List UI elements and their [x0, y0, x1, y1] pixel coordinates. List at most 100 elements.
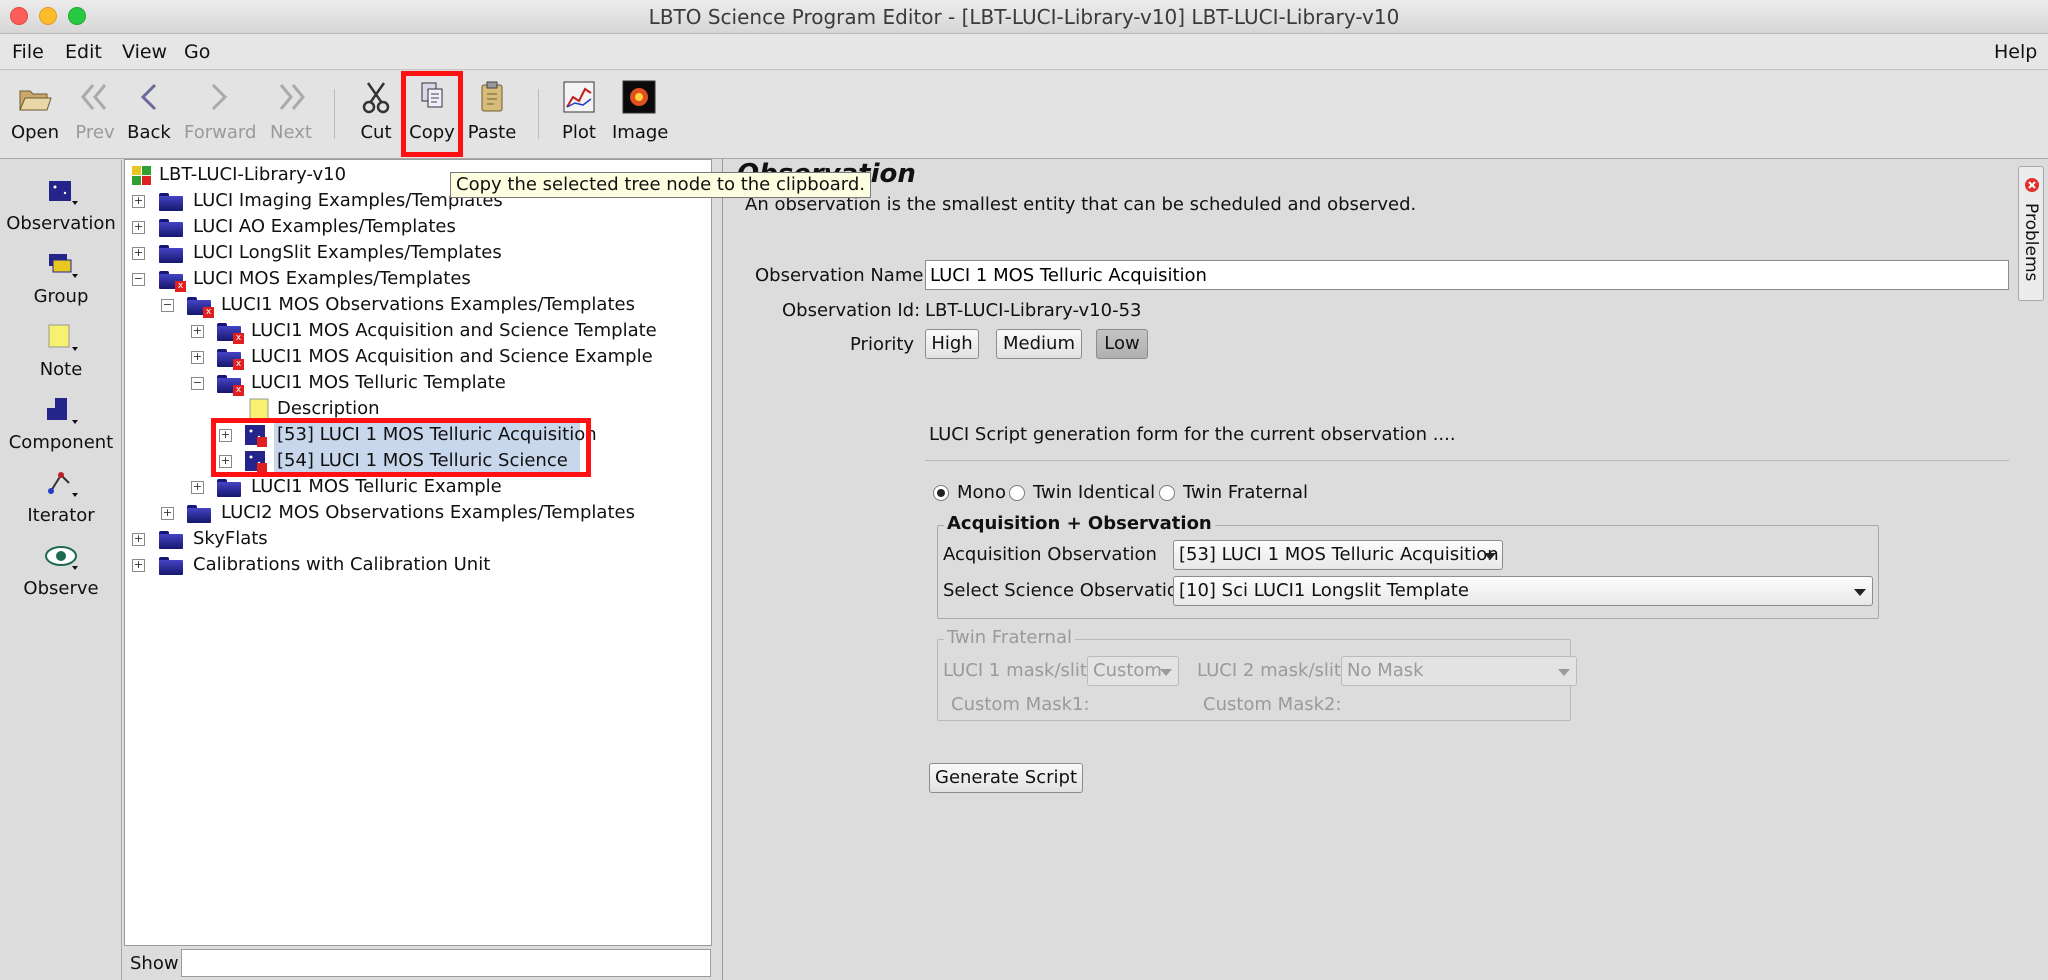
tree-node-skyflats[interactable]: + SkyFlats [129, 527, 589, 553]
priority-medium-button[interactable]: Medium [996, 329, 1082, 359]
priority-high-button[interactable]: High [925, 329, 979, 359]
folder-icon [159, 555, 183, 575]
collapse-icon[interactable]: − [161, 299, 174, 312]
tree-node-calibrations[interactable]: + Calibrations with Calibration Unit [129, 553, 589, 579]
expand-icon[interactable]: + [161, 507, 174, 520]
window-title: LBTO Science Program Editor - [LBT-LUCI-… [648, 5, 1400, 29]
open-button[interactable]: Open [10, 79, 60, 143]
chevron-left-icon [131, 79, 167, 115]
tree-node-luci2-mos[interactable]: + LUCI2 MOS Observations Examples/Templa… [129, 501, 689, 527]
palette-group[interactable]: Group [0, 250, 122, 307]
luci2-mask-select[interactable]: No Mask [1341, 656, 1577, 686]
paste-button[interactable]: Paste [467, 79, 517, 143]
twin-fraternal-group-title: Twin Fraternal [944, 627, 1075, 648]
tree-node-mos[interactable]: − x LUCI MOS Examples/Templates [129, 267, 589, 293]
palette-iterator[interactable]: Iterator [0, 469, 122, 526]
palette-note[interactable]: Note [0, 323, 122, 380]
observation-icon [41, 177, 81, 211]
error-badge-icon: x [233, 385, 244, 396]
collapse-icon[interactable]: − [191, 377, 204, 390]
problems-tab[interactable]: Problems [2018, 166, 2044, 301]
generate-script-button[interactable]: Generate Script [929, 763, 1083, 793]
observation-name-label: Observation Name [755, 265, 924, 286]
palette-observation[interactable]: Observation [0, 177, 122, 234]
palette-component[interactable]: Component [0, 396, 122, 453]
image-button[interactable]: Image [612, 79, 668, 143]
image-icon [621, 79, 657, 115]
program-tree[interactable]: LBT-LUCI-Library-v10 + LUCI Imaging Exam… [124, 159, 712, 946]
mode-twin-identical-label: Twin Identical [1033, 482, 1156, 503]
tree-node-ao[interactable]: + LUCI AO Examples/Templates [129, 215, 589, 241]
folder-icon [159, 243, 183, 263]
menu-go[interactable]: Go [184, 41, 210, 63]
show-filter-bar: Show [124, 947, 712, 980]
eye-icon [41, 542, 81, 576]
expand-icon[interactable]: + [191, 325, 204, 338]
luci1-mask-label: LUCI 1 mask/slit [943, 660, 1087, 681]
acquisition-group-title: Acquisition + Observation [944, 513, 1215, 534]
expand-icon[interactable]: + [132, 247, 145, 260]
chevron-down-icon [1484, 553, 1496, 560]
science-observation-select[interactable]: [10] Sci LUCI1 Longslit Template [1173, 576, 1873, 606]
section-divider [925, 460, 2009, 461]
expand-icon[interactable]: + [132, 533, 145, 546]
tree-node-longslit[interactable]: + LUCI LongSlit Examples/Templates [129, 241, 589, 267]
selected-nodes-highlight-box [211, 418, 591, 477]
mode-twin-identical-radio[interactable] [1009, 485, 1025, 501]
expand-icon[interactable]: + [132, 559, 145, 572]
tree-node-acq-sci-template[interactable]: + x LUCI1 MOS Acquisition and Science Te… [129, 319, 689, 345]
priority-label: Priority [850, 334, 915, 355]
observation-id-value: LBT-LUCI-Library-v10-53 [925, 300, 1142, 321]
expand-icon[interactable]: + [191, 351, 204, 364]
chevron-down-icon [1558, 669, 1570, 676]
expand-icon[interactable]: + [191, 481, 204, 494]
tree-node-telluric-template[interactable]: − x LUCI1 MOS Telluric Template [129, 371, 689, 397]
folder-icon [159, 217, 183, 237]
back-button[interactable]: Back [124, 79, 174, 143]
collapse-icon[interactable]: − [132, 273, 145, 286]
menu-bar: File Edit View Go Help [0, 34, 2048, 70]
title-bar: LBTO Science Program Editor - [LBT-LUCI-… [0, 0, 2048, 34]
chevron-down-icon [1854, 589, 1866, 596]
plot-button[interactable]: Plot [556, 79, 602, 143]
custom-mask2-label: Custom Mask2: [1203, 694, 1342, 715]
acquisition-observation-select[interactable]: [53] LUCI 1 MOS Telluric Acquisition [1173, 540, 1503, 570]
folder-icon [187, 503, 211, 523]
luci1-mask-select[interactable]: Custom [1087, 656, 1179, 686]
menu-view[interactable]: View [122, 41, 167, 63]
observation-editor: Observation An observation is the smalle… [722, 159, 2012, 980]
mode-mono-radio[interactable] [933, 485, 949, 501]
expand-icon[interactable]: + [132, 221, 145, 234]
toolbar-separator [334, 89, 335, 139]
prev-button[interactable]: Prev [70, 79, 120, 143]
show-label: Show [130, 953, 179, 974]
forward-button[interactable]: Forward [184, 79, 256, 143]
tree-node-acq-sci-example[interactable]: + x LUCI1 MOS Acquisition and Science Ex… [129, 345, 689, 371]
expand-icon[interactable]: + [132, 195, 145, 208]
next-button[interactable]: Next [266, 79, 316, 143]
iterator-icon [41, 469, 81, 503]
script-form-label: LUCI Script generation form for the curr… [929, 424, 1456, 445]
mode-twin-fraternal-radio[interactable] [1159, 485, 1175, 501]
component-palette: Observation Group Note Component Iterato… [0, 160, 122, 980]
menu-file[interactable]: File [12, 41, 44, 63]
tree-node-telluric-example[interactable]: + LUCI1 MOS Telluric Example [129, 475, 689, 501]
open-folder-icon [17, 79, 53, 115]
copy-highlight-box [401, 71, 463, 157]
show-filter-input[interactable] [181, 949, 711, 977]
palette-observe[interactable]: Observe [0, 542, 122, 599]
double-chevron-left-icon [77, 79, 113, 115]
folder-icon [159, 191, 183, 211]
double-chevron-right-icon [273, 79, 309, 115]
custom-mask1-label: Custom Mask1: [951, 694, 1090, 715]
cut-button[interactable]: Cut [351, 79, 401, 143]
tree-node-luci1-mos[interactable]: − x LUCI1 MOS Observations Examples/Temp… [129, 293, 649, 319]
toolbar-separator [538, 89, 539, 139]
mode-twin-fraternal-label: Twin Fraternal [1183, 482, 1308, 503]
menu-edit[interactable]: Edit [65, 41, 102, 63]
priority-low-button[interactable]: Low [1096, 329, 1148, 359]
menu-help[interactable]: Help [1994, 41, 2037, 63]
group-icon [41, 250, 81, 284]
observation-name-input[interactable] [925, 260, 2009, 290]
error-icon [2025, 178, 2039, 192]
